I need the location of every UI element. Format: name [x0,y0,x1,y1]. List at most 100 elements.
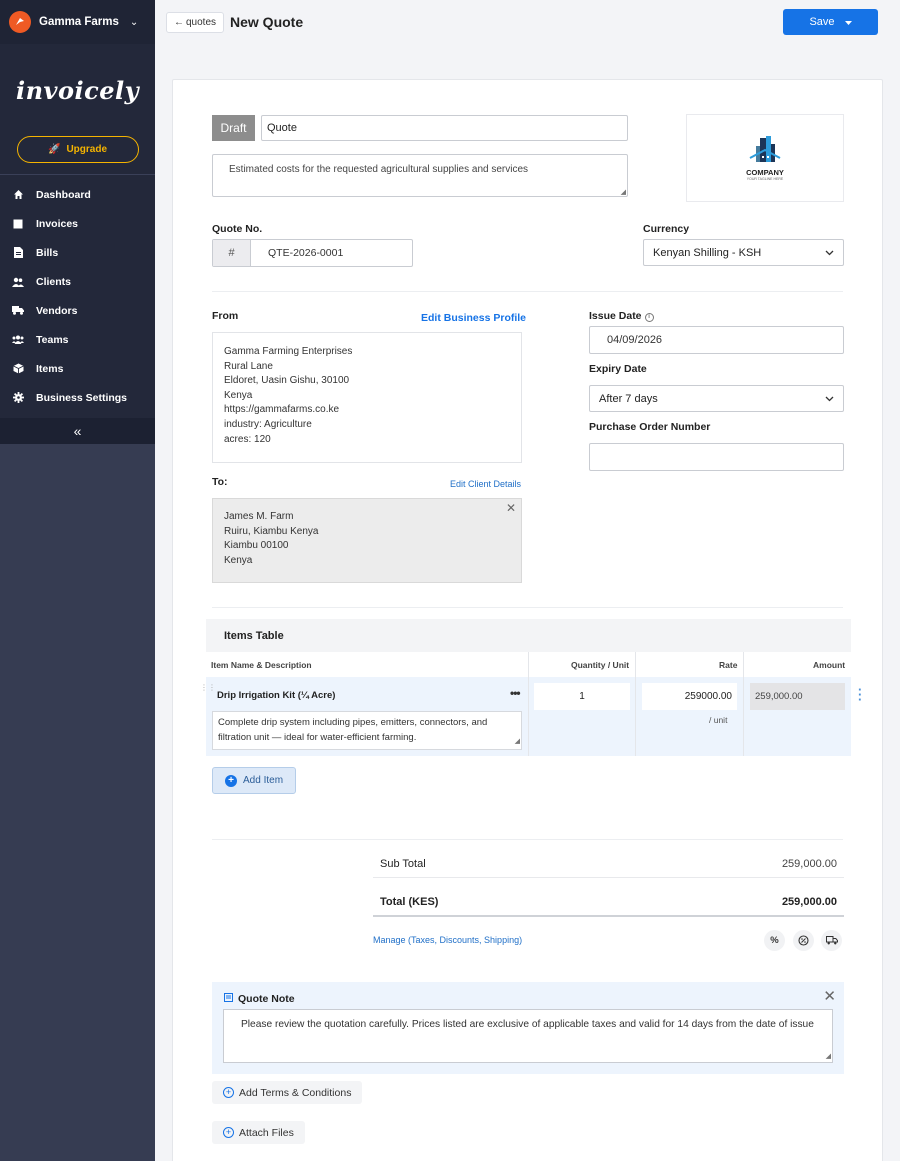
page-title: New Quote [230,14,304,30]
document-description-textarea[interactable]: Estimated costs for the requested agricu… [212,154,628,197]
gear-icon [12,392,24,404]
document-title-input[interactable]: Quote [261,115,628,141]
sidebar-item-clients[interactable]: Clients [0,267,155,296]
po-number-input[interactable] [589,443,844,471]
column-separator [635,652,636,756]
upgrade-label: Upgrade [66,144,107,155]
org-name: Gamma Farms [39,16,119,28]
rocket-icon: 🚀 [47,144,61,155]
plus-circle-icon: + [223,1127,234,1138]
sidebar: Gamma Farms ⌄ invoicely 🚀 Upgrade Dashbo… [0,0,155,1161]
upgrade-button[interactable]: 🚀 Upgrade [16,136,139,163]
quote-note-textarea[interactable]: Please review the quotation carefully. P… [223,1009,833,1063]
sidebar-item-dashboard[interactable]: Dashboard [0,180,155,209]
discount-percent-icon[interactable]: % [764,930,785,951]
sidebar-item-label: Dashboard [36,188,91,201]
to-address-box: ✕ James M. Farm Ruiru, Kiambu Kenya Kiam… [212,498,522,583]
quote-no-label: Quote No. [212,223,263,235]
sidebar-item-label: Business Settings [36,391,128,404]
column-separator [743,652,744,756]
quote-no-field[interactable]: # QTE-2026-0001 [212,239,413,267]
company-logo-upload[interactable]: COMPANY YOUR TAGLINE HERE [686,114,844,202]
sidebar-item-bills[interactable]: Bills [0,238,155,267]
resize-handle-icon[interactable]: ◢ [621,188,626,196]
clients-icon [12,276,24,288]
attach-files-button[interactable]: + Attach Files [212,1121,305,1144]
edit-client-details-link[interactable]: Edit Client Details [450,479,521,489]
issue-date-label-text: Issue Date [589,310,642,322]
section-divider [212,839,843,840]
save-button[interactable]: Save [783,9,878,35]
caret-down-icon [844,16,852,28]
sidebar-nav: Dashboard Invoices Bills Clients Vendors… [0,175,155,412]
edit-business-profile-link[interactable]: Edit Business Profile [421,312,526,324]
resize-handle-icon[interactable]: ◢ [515,735,520,750]
sidebar-item-vendors[interactable]: Vendors [0,296,155,325]
issue-date-label: Issue Date i [589,310,654,322]
back-to-quotes-button[interactable]: ← quotes [166,12,225,33]
sidebar-collapse-button[interactable]: « [0,418,155,444]
tax-badge-icon[interactable] [793,930,814,951]
truck-icon [12,305,24,317]
sidebar-item-items[interactable]: Items [0,354,155,383]
top-header: ← quotes New Quote Save [155,0,900,44]
building-logo-icon [749,135,781,162]
org-switcher[interactable]: Gamma Farms ⌄ [0,0,155,44]
status-badge: Draft [212,115,255,141]
add-terms-label: Add Terms & Conditions [239,1086,352,1099]
rate-input[interactable]: 259000.00 [642,683,737,710]
info-icon[interactable]: i [644,312,654,322]
sidebar-item-invoices[interactable]: Invoices [0,209,155,238]
subtotal-label: Sub Total [380,858,426,870]
item-description-textarea[interactable]: Complete drip system including pipes, em… [212,711,522,750]
remove-client-icon[interactable]: ✕ [506,501,516,516]
shipping-truck-icon[interactable] [821,930,842,951]
note-icon [224,993,233,1005]
sidebar-item-business-settings[interactable]: Business Settings [0,383,155,412]
add-item-button[interactable]: + Add Item [212,767,296,794]
resize-handle-icon[interactable]: ◢ [826,1051,831,1063]
currency-value: Kenyan Shilling - KSH [653,246,762,259]
manage-taxes-link[interactable]: Manage (Taxes, Discounts, Shipping) [373,935,522,945]
to-line: Kenya [224,554,253,566]
logo-subtext: YOUR TAGLINE HERE [746,176,784,181]
sidebar-item-teams[interactable]: Teams [0,325,155,354]
expiry-date-select[interactable]: After 7 days [589,385,844,412]
subtotal-value: 259,000.00 [781,858,837,870]
drag-handle-icon[interactable]: ⋮⋮ [200,684,216,692]
chevron-down-icon [825,393,834,405]
totals-divider [373,877,844,878]
more-options-icon[interactable]: ••• [510,686,521,700]
back-label: quotes [186,17,217,28]
quote-note-text: Please review the quotation carefully. P… [241,1019,814,1030]
subtotal-row: Sub Total 259,000.00 [373,858,844,870]
save-label: Save [809,16,835,28]
box-icon [12,363,24,375]
total-value: 259,000.00 [781,896,837,908]
plus-icon: + [225,774,237,787]
description-text: Estimated costs for the requested agricu… [229,164,529,175]
amount-value: 259,000.00 [750,683,845,710]
section-divider [212,607,843,608]
add-terms-button[interactable]: + Add Terms & Conditions [212,1081,363,1104]
from-label: From [212,310,239,322]
quote-form-card: Draft Quote Estimated costs for the requ… [172,79,883,1161]
row-menu-icon[interactable]: · · · [858,683,862,706]
logo-text: COMPANY [746,167,784,177]
quote-no-value: QTE-2026-0001 [268,247,344,259]
currency-label: Currency [643,223,690,235]
item-name[interactable]: Drip Irrigation Kit (¼ Acre) [217,690,335,701]
sidebar-item-label: Teams [36,333,69,346]
double-chevron-left-icon: « [73,423,82,439]
issue-date-input[interactable]: 04/09/2026 [589,326,844,354]
item-description: Complete drip system including pipes, em… [218,717,488,743]
currency-select[interactable]: Kenyan Shilling - KSH [643,239,844,266]
home-icon [12,189,24,201]
total-label: Total (KES) [380,896,439,908]
attach-files-label: Attach Files [239,1126,294,1139]
from-line: acres: 120 [224,433,271,445]
close-note-icon[interactable]: ✕ [823,987,836,1005]
quantity-input[interactable]: 1 [534,683,630,710]
col-header-item: Item Name & Description [211,660,312,670]
from-line: Eldoret, Uasin Gishu, 30100 [224,375,350,387]
